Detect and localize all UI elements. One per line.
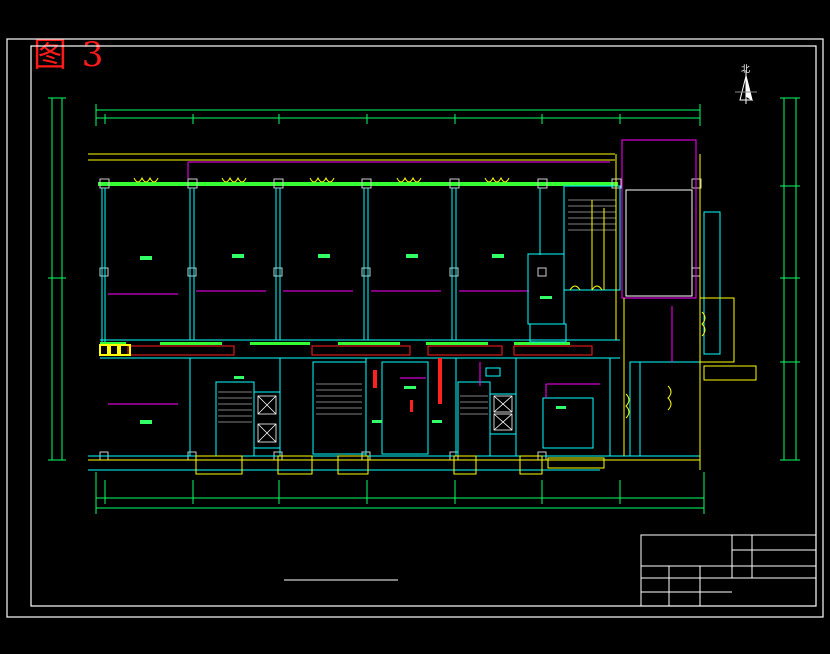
north-corridor [88,153,615,182]
east-core [527,139,757,470]
inner-border [30,45,817,607]
north-arrow-icon [735,70,757,104]
south-doors [195,455,605,475]
entry-markers [99,344,131,356]
corridor-slab [100,339,620,359]
side-dimensions [48,97,800,461]
pipes [373,358,442,412]
north-slab [98,182,618,186]
floor-plan-drawing [6,38,824,618]
room-tags [140,254,504,424]
room-dimensions [108,290,529,405]
top-dimensions [95,104,701,126]
room-partitions [101,188,541,345]
outer-border [6,38,824,618]
title-block [640,534,817,607]
south-wall [88,455,700,471]
bottom-dimensions [95,472,705,514]
elevators [257,395,513,443]
stairs [218,199,616,423]
